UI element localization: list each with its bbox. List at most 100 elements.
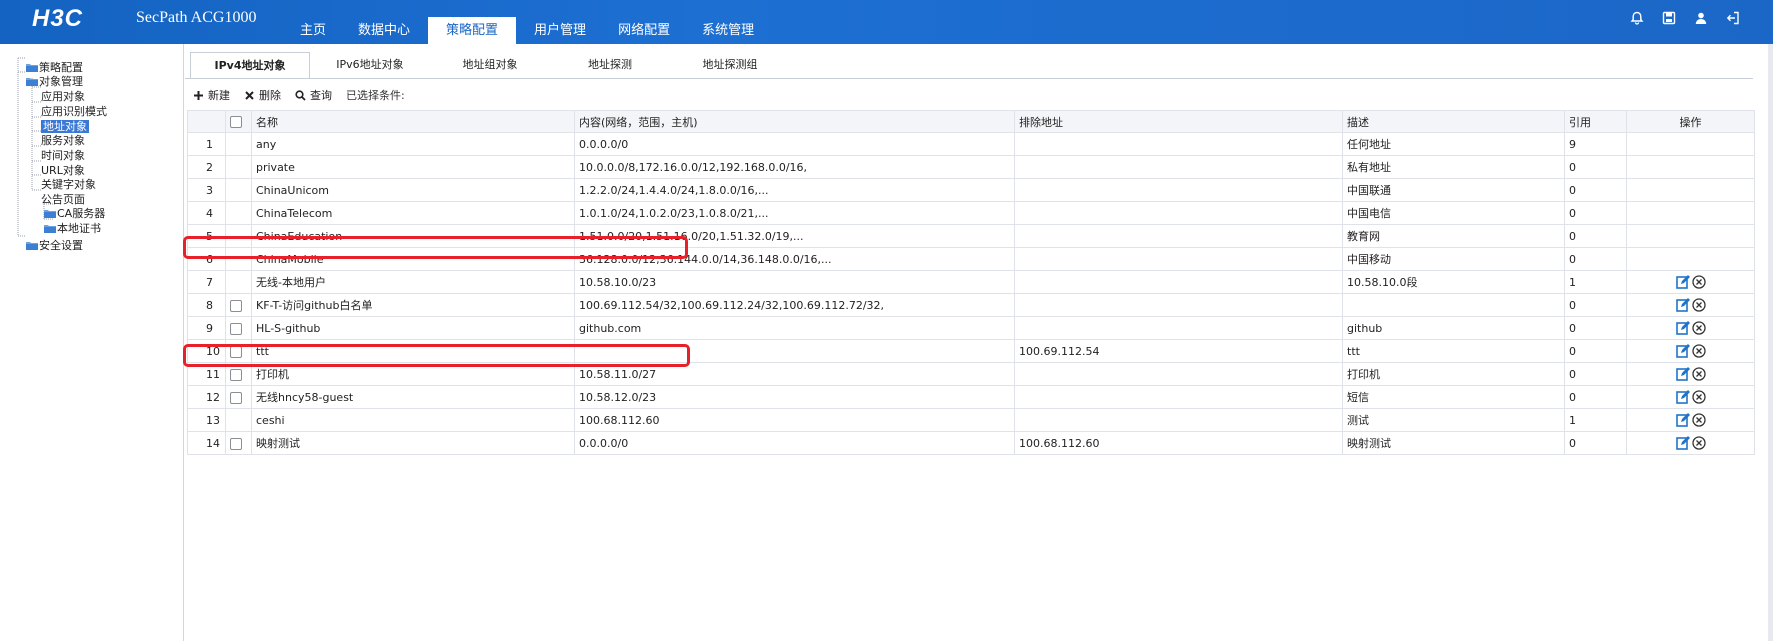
row-operations (1626, 362, 1755, 386)
folder-icon (26, 61, 38, 72)
header-reference[interactable]: 引用 (1564, 110, 1627, 133)
row-action-icons (1631, 390, 1750, 404)
sidebar-item-service-object[interactable]: 服务对象 (41, 133, 85, 149)
edit-icon[interactable] (1675, 436, 1690, 450)
row-checkbox[interactable] (230, 299, 242, 312)
table-row[interactable]: 5 ChinaEducation 1.51.0.0/20,1.51.16.0/20,… (187, 224, 1755, 248)
sidebar-item-time-object[interactable]: 时间对象 (41, 148, 85, 164)
nav-policy-config[interactable]: 策略配置 (428, 17, 517, 44)
table-row[interactable]: 12 无线hncy58-guest 10.58.12.0/23 短信 0 (187, 385, 1755, 409)
delete-circle-icon[interactable] (1691, 275, 1706, 289)
edit-icon[interactable] (1675, 344, 1690, 358)
table-row[interactable]: 9 HL-S-github github.com github 0 (187, 316, 1755, 340)
row-name: any (251, 132, 575, 156)
edit-icon[interactable] (1675, 390, 1690, 404)
select-all-checkbox[interactable] (230, 116, 242, 128)
row-operations (1626, 408, 1755, 432)
delete-circle-icon[interactable] (1691, 390, 1706, 404)
tab-address-group-object[interactable]: 地址组对象 (430, 52, 550, 78)
bell-icon[interactable] (1629, 10, 1645, 26)
row-exclude (1014, 293, 1343, 317)
table-row[interactable]: 14 映射测试 0.0.0.0/0 100.68.112.60 映射测试 0 (187, 431, 1755, 455)
sidebar-item-object-management[interactable]: 对象管理 (26, 74, 83, 90)
table-row[interactable]: 2 private 10.0.0.0/8,172.16.0.0/12,192.168… (187, 155, 1755, 179)
row-checkbox[interactable] (230, 345, 242, 358)
row-description: 中国移动 (1342, 247, 1565, 271)
delete-circle-icon[interactable] (1691, 413, 1706, 427)
table-row[interactable]: 1 any 0.0.0.0/0 任何地址 9 (187, 132, 1755, 156)
delete-circle-icon[interactable] (1691, 321, 1706, 335)
tab-address-probe-group[interactable]: 地址探测组 (670, 52, 790, 78)
row-content: 10.58.10.0/23 (574, 270, 1015, 294)
table-row[interactable]: 4 ChinaTelecom 1.0.1.0/24,1.0.2.0/23,1.0.8… (187, 201, 1755, 225)
folder-icon (26, 75, 38, 86)
delete-circle-icon[interactable] (1691, 344, 1706, 358)
row-checkbox[interactable] (230, 322, 242, 335)
user-icon[interactable] (1693, 10, 1709, 26)
sidebar-item-local-certificate[interactable]: 本地证书 (44, 221, 101, 237)
delete-button[interactable]: 删除 (244, 87, 281, 103)
query-button[interactable]: 查询 (295, 87, 332, 103)
table-header-row: 名称 内容(网络，范围，主机) 排除地址 描述 引用 操作 (187, 110, 1755, 133)
sidebar-item-keyword-object[interactable]: 关键字对象 (41, 177, 96, 193)
delete-circle-icon[interactable] (1691, 436, 1706, 450)
table-row[interactable]: 11 打印机 10.58.11.0/27 打印机 0 (187, 362, 1755, 386)
edit-icon[interactable] (1675, 298, 1690, 312)
nav-home[interactable]: 主页 (286, 17, 340, 44)
header-exclude[interactable]: 排除地址 (1014, 110, 1343, 133)
svg-text:H3C: H3C (32, 5, 83, 32)
row-operations (1626, 339, 1755, 363)
row-name: HL-S-github (251, 316, 575, 340)
sidebar-item-app-recognition-mode[interactable]: 应用识别模式 (41, 104, 107, 120)
table-row[interactable]: 6 ChinaMobile 36.128.0.0/12,36.144.0.0/14,… (187, 247, 1755, 271)
row-checkbox[interactable] (230, 368, 242, 381)
tab-ipv6-address-object[interactable]: IPv6地址对象 (310, 52, 430, 78)
row-select (225, 293, 252, 317)
delete-circle-icon[interactable] (1691, 298, 1706, 312)
header-content[interactable]: 内容(网络，范围，主机) (574, 110, 1015, 133)
row-name: ChinaMobile (251, 247, 575, 271)
row-index: 10 (187, 339, 226, 363)
table-row[interactable]: 13 ceshi 100.68.112.60 测试 1 (187, 408, 1755, 432)
sidebar-item-application-object[interactable]: 应用对象 (41, 89, 85, 105)
edit-icon[interactable] (1675, 413, 1690, 427)
row-checkbox[interactable] (230, 391, 242, 404)
row-action-icons (1631, 413, 1750, 427)
row-reference: 0 (1564, 178, 1627, 202)
edit-icon[interactable] (1675, 321, 1690, 335)
header-description[interactable]: 描述 (1342, 110, 1565, 133)
sidebar: 策略配置 对象管理 应用对象 应用识别模式 地址对象 服务对象 时间对象 URL… (0, 44, 184, 641)
row-exclude (1014, 362, 1343, 386)
sidebar-item-ca-server[interactable]: CA服务器 (44, 206, 105, 222)
new-button[interactable]: 新建 (193, 87, 230, 103)
table-row[interactable]: 3 ChinaUnicom 1.2.2.0/24,1.4.4.0/24,1.8.0.… (187, 178, 1755, 202)
save-icon[interactable] (1661, 10, 1677, 26)
table-row[interactable]: 7 无线-本地用户 10.58.10.0/23 10.58.10.0段 1 (187, 270, 1755, 294)
nav-network-config[interactable]: 网络配置 (604, 17, 684, 44)
row-checkbox[interactable] (230, 437, 242, 450)
tab-address-probe[interactable]: 地址探测 (550, 52, 670, 78)
logout-icon[interactable] (1725, 10, 1741, 26)
table-row[interactable]: 10 ttt 100.69.112.54 ttt 0 (187, 339, 1755, 363)
sidebar-item-security-settings[interactable]: 安全设置 (26, 238, 83, 254)
nav-system-management[interactable]: 系统管理 (688, 17, 768, 44)
row-index: 8 (187, 293, 226, 317)
row-exclude (1014, 270, 1343, 294)
row-content: 36.128.0.0/12,36.144.0.0/14,36.148.0.0/1… (574, 247, 1015, 271)
row-content: 100.69.112.54/32,100.69.112.24/32,100.69… (574, 293, 1015, 317)
row-name: ChinaEducation (251, 224, 575, 248)
delete-circle-icon[interactable] (1691, 367, 1706, 381)
row-select (225, 155, 252, 179)
table-row[interactable]: 8 KF-T-访问github白名单 100.69.112.54/32,100.69… (187, 293, 1755, 317)
row-select (225, 385, 252, 409)
nav-data-center[interactable]: 数据中心 (344, 17, 424, 44)
nav-user-management[interactable]: 用户管理 (520, 17, 600, 44)
row-exclude: 100.68.112.60 (1014, 431, 1343, 455)
row-content: 1.51.0.0/20,1.51.16.0/20,1.51.32.0/19,..… (574, 224, 1015, 248)
row-index: 12 (187, 385, 226, 409)
row-action-icons (1631, 321, 1750, 335)
edit-icon[interactable] (1675, 275, 1690, 289)
edit-icon[interactable] (1675, 367, 1690, 381)
tab-ipv4-address-object[interactable]: IPv4地址对象 (190, 52, 310, 78)
header-name[interactable]: 名称 (251, 110, 575, 133)
